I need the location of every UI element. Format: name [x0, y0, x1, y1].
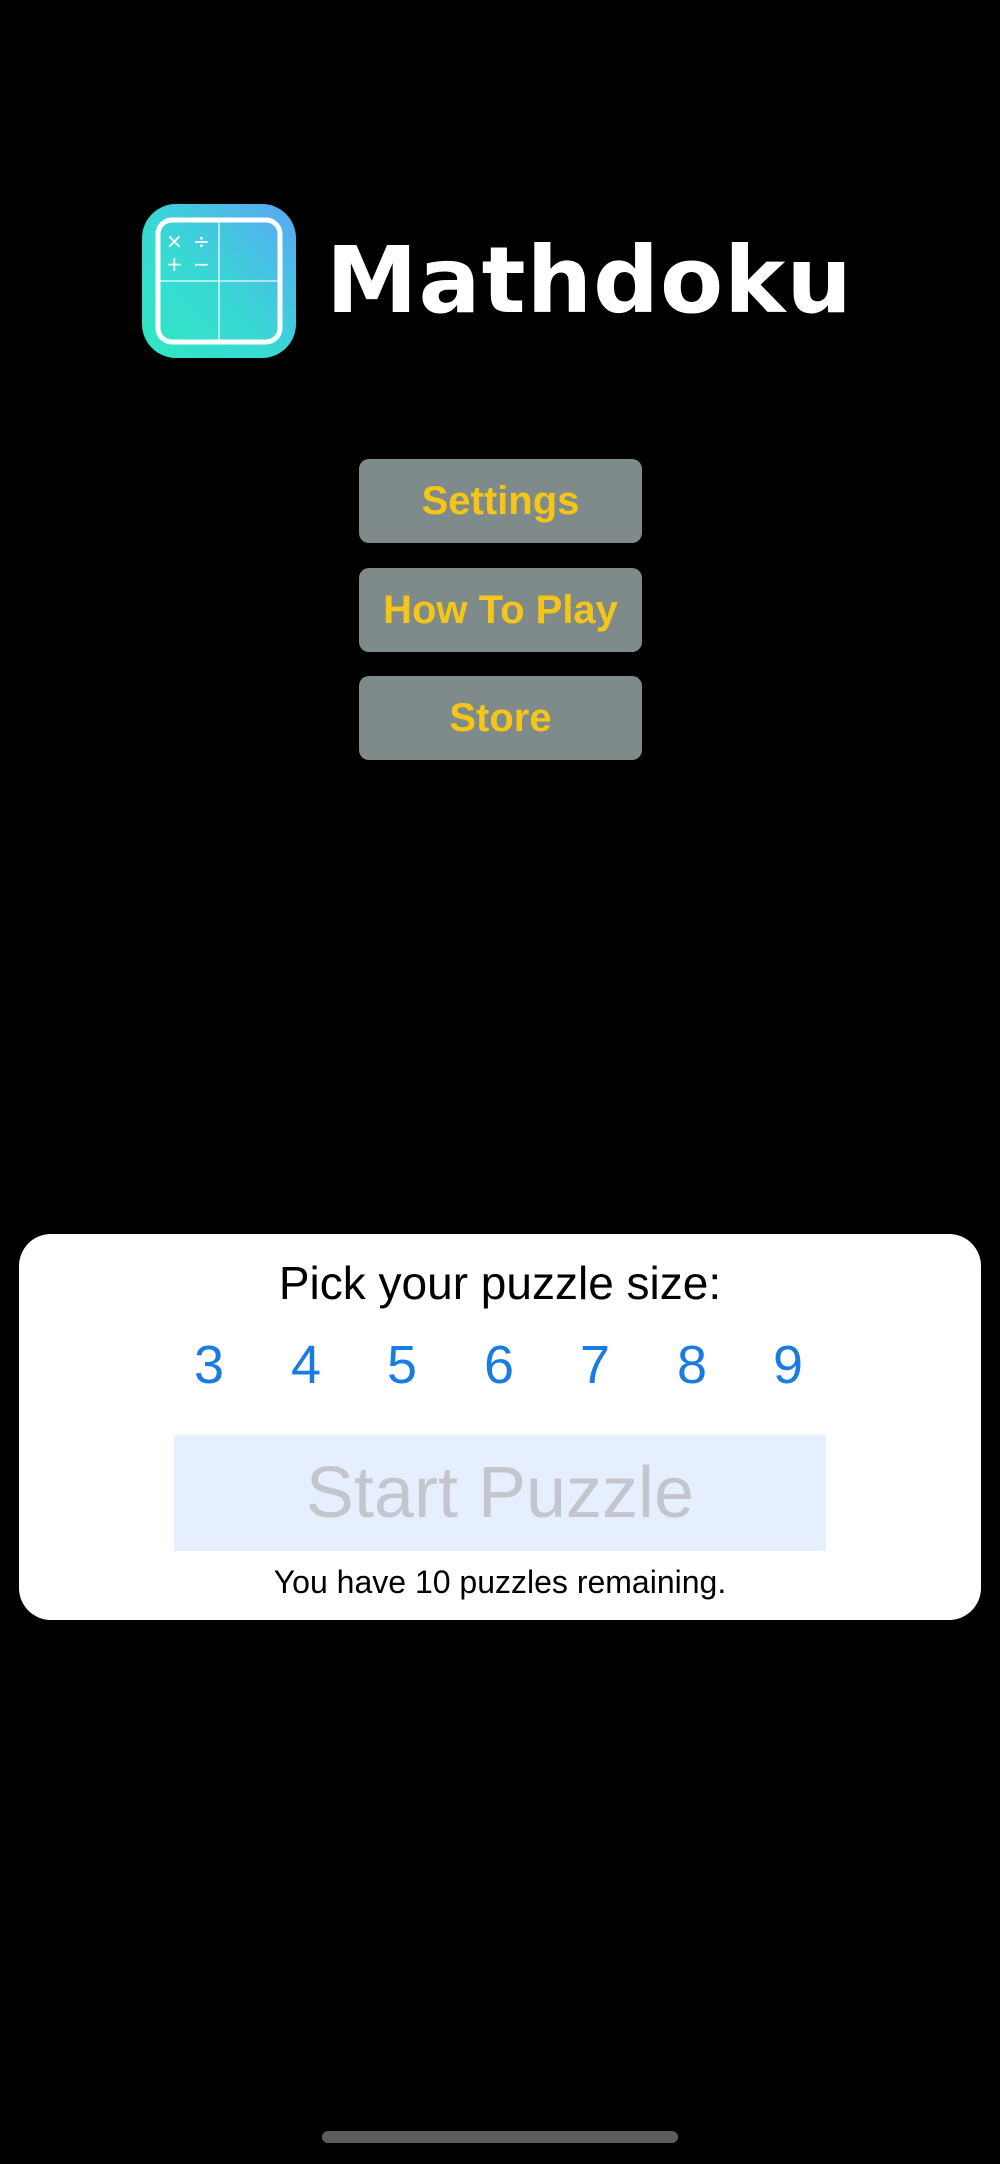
home-indicator[interactable]	[322, 2131, 678, 2143]
start-puzzle-button[interactable]: Start Puzzle	[174, 1435, 826, 1551]
grid-glyph: × ÷ + −	[155, 217, 283, 345]
puzzle-size-panel: Pick your puzzle size: 3 4 5 6 7 8 9 Sta…	[19, 1234, 981, 1620]
settings-button[interactable]: Settings	[359, 459, 642, 543]
panel-title: Pick your puzzle size:	[278, 1257, 722, 1309]
size-option-3[interactable]: 3	[169, 1334, 249, 1396]
plus-symbol: +	[166, 252, 183, 276]
multiply-symbol: ×	[166, 229, 183, 253]
divide-symbol: ÷	[193, 229, 210, 253]
puzzles-remaining-text: You have 10 puzzles remaining.	[273, 1564, 727, 1600]
size-option-8[interactable]: 8	[652, 1334, 732, 1396]
minus-symbol: −	[193, 252, 210, 276]
size-option-6[interactable]: 6	[459, 1334, 539, 1396]
store-button[interactable]: Store	[359, 676, 642, 760]
size-option-9[interactable]: 9	[748, 1334, 828, 1396]
size-option-5[interactable]: 5	[362, 1334, 442, 1396]
size-option-7[interactable]: 7	[555, 1334, 635, 1396]
size-option-4[interactable]: 4	[266, 1334, 346, 1396]
app-title: Mathdoku	[326, 227, 853, 334]
app-header: × ÷ + − Mathdoku	[142, 204, 853, 358]
mathdoku-grid-icon: × ÷ + −	[142, 204, 296, 358]
how-to-play-button[interactable]: How To Play	[359, 568, 642, 652]
